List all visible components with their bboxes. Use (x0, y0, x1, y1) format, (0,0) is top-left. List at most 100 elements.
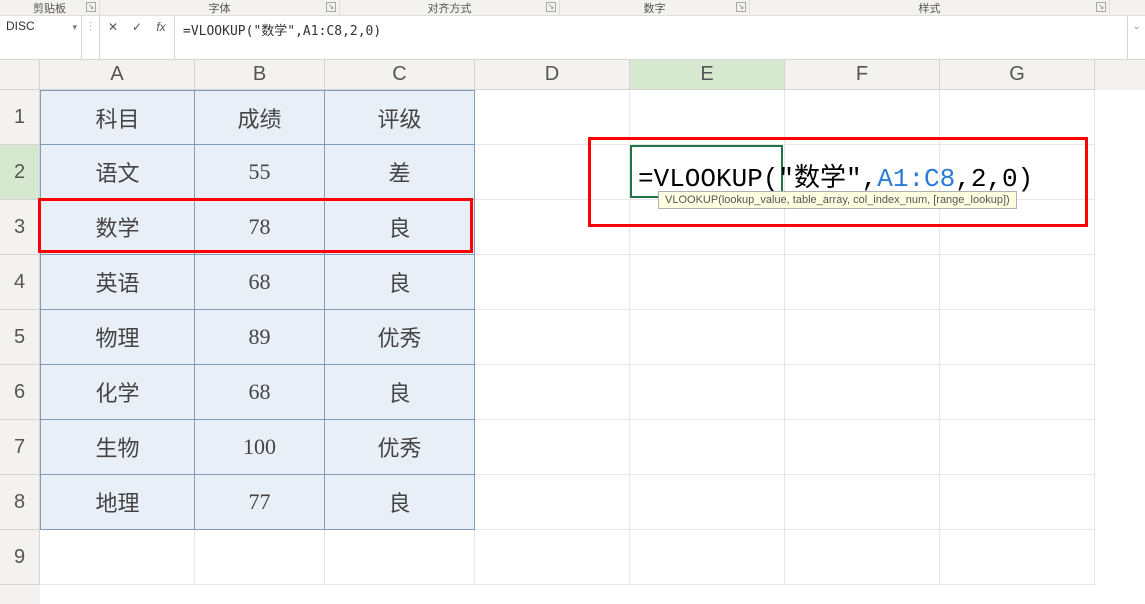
formula-overlay-prefix: =VLOOKUP("数学", (638, 164, 877, 194)
cell-C9[interactable] (325, 530, 475, 585)
cell-E9[interactable] (630, 530, 785, 585)
cell-A2[interactable]: 语文 (40, 145, 195, 200)
cell-B5[interactable]: 89 (195, 310, 325, 365)
cell-D2[interactable] (475, 145, 630, 200)
cell-E4[interactable] (630, 255, 785, 310)
formula-bar-input[interactable]: =VLOOKUP("数学",A1:C8,2,0) (175, 16, 1127, 59)
row-header-2[interactable]: 2 (0, 145, 40, 200)
cell-B3[interactable]: 78 (195, 200, 325, 255)
cell-E5[interactable] (630, 310, 785, 365)
cell-D5[interactable] (475, 310, 630, 365)
cell-C4[interactable]: 良 (325, 255, 475, 310)
formula-overlay-range: A1:C8 (877, 164, 955, 194)
cell-B6[interactable]: 68 (195, 365, 325, 420)
row-headers: 123456789 (0, 90, 40, 604)
cell-A1[interactable]: 科目 (40, 90, 195, 145)
cell-F4[interactable] (785, 255, 940, 310)
select-all-corner[interactable] (0, 60, 40, 90)
cell-B1[interactable]: 成绩 (195, 90, 325, 145)
cell-A5[interactable]: 物理 (40, 310, 195, 365)
formula-overlay-suffix: ,2,0) (955, 164, 1033, 194)
dialog-launcher-icon[interactable]: ↘ (1096, 2, 1106, 12)
cancel-button[interactable]: ✕ (106, 20, 120, 34)
cell-G1[interactable] (940, 90, 1095, 145)
cell-A7[interactable]: 生物 (40, 420, 195, 475)
row-header-9[interactable]: 9 (0, 530, 40, 585)
ribbon-groups-bar: 剪贴板↘字体↘对齐方式↘数字↘样式↘ (0, 0, 1145, 16)
row-header-3[interactable]: 3 (0, 200, 40, 255)
dialog-launcher-icon[interactable]: ↘ (546, 2, 556, 12)
cell-G5[interactable] (940, 310, 1095, 365)
column-header-E[interactable]: E (630, 60, 785, 90)
formula-bar-expand-icon[interactable]: ⌄ (1127, 16, 1145, 59)
ribbon-group-label: 样式 (919, 0, 941, 16)
column-header-F[interactable]: F (785, 60, 940, 90)
column-header-D[interactable]: D (475, 60, 630, 90)
row-header-7[interactable]: 7 (0, 420, 40, 475)
column-header-C[interactable]: C (325, 60, 475, 90)
row-header-8[interactable]: 8 (0, 475, 40, 530)
cell-C8[interactable]: 良 (325, 475, 475, 530)
row-header-1[interactable]: 1 (0, 90, 40, 145)
dialog-launcher-icon[interactable]: ↘ (326, 2, 336, 12)
cell-C3[interactable]: 良 (325, 200, 475, 255)
cell-G9[interactable] (940, 530, 1095, 585)
column-header-A[interactable]: A (40, 60, 195, 90)
cell-B7[interactable]: 100 (195, 420, 325, 475)
cell-E8[interactable] (630, 475, 785, 530)
cell-A6[interactable]: 化学 (40, 365, 195, 420)
ribbon-group-字体: 字体 ↘ (100, 0, 340, 15)
cell-E1[interactable] (630, 90, 785, 145)
column-header-G[interactable]: G (940, 60, 1095, 90)
name-box[interactable]: DISC ▾ (0, 16, 82, 59)
cell-G4[interactable] (940, 255, 1095, 310)
cell-D8[interactable] (475, 475, 630, 530)
dialog-launcher-icon[interactable]: ↘ (736, 2, 746, 12)
ribbon-group-label: 对齐方式 (428, 0, 472, 16)
cell-E7[interactable] (630, 420, 785, 475)
cell-A3[interactable]: 数学 (40, 200, 195, 255)
cell-G6[interactable] (940, 365, 1095, 420)
formula-bar-row: DISC ▾ ⋮ ✕ ✓ fx =VLOOKUP("数学",A1:C8,2,0)… (0, 16, 1145, 60)
cell-C7[interactable]: 优秀 (325, 420, 475, 475)
cell-D3[interactable] (475, 200, 630, 255)
column-header-B[interactable]: B (195, 60, 325, 90)
cell-D1[interactable] (475, 90, 630, 145)
cell-F8[interactable] (785, 475, 940, 530)
cell-F6[interactable] (785, 365, 940, 420)
cell-B8[interactable]: 77 (195, 475, 325, 530)
cell-B9[interactable] (195, 530, 325, 585)
enter-button[interactable]: ✓ (130, 20, 144, 34)
function-tooltip: VLOOKUP(lookup_value, table_array, col_i… (658, 191, 1017, 209)
cell-B4[interactable]: 68 (195, 255, 325, 310)
cell-C1[interactable]: 评级 (325, 90, 475, 145)
name-box-dropdown-icon[interactable]: ▾ (72, 22, 77, 33)
cell-B2[interactable]: 55 (195, 145, 325, 200)
cell-G8[interactable] (940, 475, 1095, 530)
insert-function-button[interactable]: fx (154, 20, 168, 34)
row-header-5[interactable]: 5 (0, 310, 40, 365)
cell-F7[interactable] (785, 420, 940, 475)
cell-A4[interactable]: 英语 (40, 255, 195, 310)
cell-C5[interactable]: 优秀 (325, 310, 475, 365)
dialog-launcher-icon[interactable]: ↘ (86, 2, 96, 12)
row-header-6[interactable]: 6 (0, 365, 40, 420)
column-headers: ABCDEFG (40, 60, 1145, 90)
cell-G7[interactable] (940, 420, 1095, 475)
formula-overlay: =VLOOKUP("数学",A1:C8,2,0) (638, 157, 1033, 194)
cell-A8[interactable]: 地理 (40, 475, 195, 530)
cell-E6[interactable] (630, 365, 785, 420)
cell-A9[interactable] (40, 530, 195, 585)
ribbon-group-label: 剪贴板 (33, 0, 66, 16)
ribbon-group-label: 字体 (209, 0, 231, 16)
cell-D9[interactable] (475, 530, 630, 585)
cell-D4[interactable] (475, 255, 630, 310)
cell-C2[interactable]: 差 (325, 145, 475, 200)
cell-C6[interactable]: 良 (325, 365, 475, 420)
cell-F9[interactable] (785, 530, 940, 585)
cell-D7[interactable] (475, 420, 630, 475)
cell-F5[interactable] (785, 310, 940, 365)
row-header-4[interactable]: 4 (0, 255, 40, 310)
cell-F1[interactable] (785, 90, 940, 145)
cell-D6[interactable] (475, 365, 630, 420)
